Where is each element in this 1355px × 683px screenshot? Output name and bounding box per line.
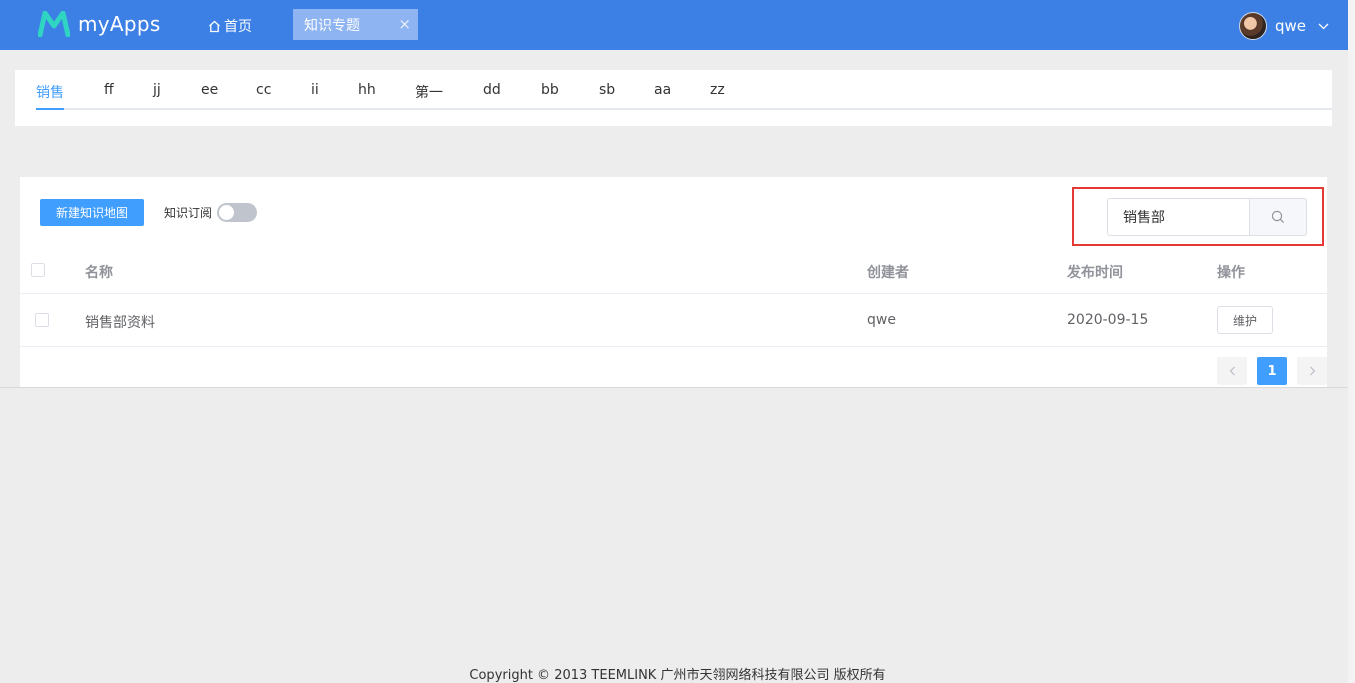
nav-home-label: 首页 [224, 19, 252, 35]
tab-knowledge-topic[interactable]: 知识专题 × [293, 9, 418, 40]
subscribe-label: 知识订阅 [164, 206, 213, 220]
column-header-name: 名称 [85, 265, 113, 281]
tabs-divider [37, 108, 1332, 110]
tab-category-sb[interactable]: sb [599, 82, 615, 98]
category-tabs: 销售 ff jj ee cc ii hh 第一 dd bb sb aa zz [15, 70, 1332, 126]
cell-name[interactable]: 销售部资料 [85, 312, 155, 332]
app-name: myApps [78, 12, 161, 36]
scrollbar-track[interactable] [1348, 0, 1355, 683]
column-header-creator: 创建者 [867, 265, 909, 281]
row-checkbox[interactable] [35, 313, 49, 327]
pagination-prev-button[interactable] [1217, 357, 1247, 385]
user-menu[interactable]: qwe [1239, 12, 1329, 40]
tab-category-sales[interactable]: 销售 [36, 82, 64, 102]
tab-category-bb[interactable]: bb [541, 82, 559, 98]
tab-category-zz[interactable]: zz [710, 82, 725, 98]
row-divider [20, 346, 1327, 347]
tab-category-dd[interactable]: dd [483, 82, 501, 98]
chevron-down-icon[interactable] [1318, 23, 1329, 30]
username: qwe [1275, 17, 1307, 35]
content-divider [0, 387, 1348, 388]
top-header: myApps 首页 知识专题 × qwe [0, 0, 1348, 50]
nav-home[interactable]: 首页 [208, 16, 252, 36]
header-divider [20, 293, 1327, 294]
pagination-next-button[interactable] [1297, 357, 1327, 385]
tab-category-cc[interactable]: cc [256, 82, 271, 98]
column-header-publish-time: 发布时间 [1067, 265, 1123, 281]
tab-category-hh[interactable]: hh [358, 82, 376, 98]
home-icon [209, 20, 220, 32]
tab-label: 知识专题 [304, 17, 360, 34]
tab-category-ff[interactable]: ff [104, 82, 114, 98]
knowledge-map-card: 新建知识地图 知识订阅 名称 创建者 发布时间 操作 销售部资料 qwe 202… [20, 177, 1327, 387]
select-all-checkbox[interactable] [31, 263, 45, 277]
new-knowledge-map-button[interactable]: 新建知识地图 [40, 199, 144, 226]
close-icon[interactable]: × [398, 15, 411, 33]
tab-category-ii[interactable]: ii [311, 82, 319, 98]
avatar[interactable] [1239, 12, 1267, 40]
chevron-left-icon [1229, 366, 1235, 376]
tab-category-ee[interactable]: ee [201, 82, 218, 98]
logo-m-icon [38, 11, 70, 37]
tab-category-aa[interactable]: aa [654, 82, 671, 98]
cell-creator: qwe [867, 312, 896, 328]
active-tab-indicator [36, 108, 64, 110]
search-input[interactable] [1107, 198, 1250, 236]
toggle-knob [219, 205, 234, 220]
search-button[interactable] [1249, 198, 1307, 236]
cell-publish-time: 2020-09-15 [1067, 312, 1149, 328]
maintain-button[interactable]: 维护 [1217, 306, 1273, 334]
tab-category-first[interactable]: 第一 [415, 82, 443, 102]
column-header-actions: 操作 [1217, 265, 1245, 281]
copyright-footer: Copyright © 2013 TEEMLINK 广州市天翎网络科技有限公司 … [469, 668, 886, 683]
pagination-page-1[interactable]: 1 [1257, 357, 1287, 385]
app-logo[interactable]: myApps [38, 11, 161, 37]
tab-category-jj[interactable]: jj [153, 82, 161, 98]
chevron-right-icon [1309, 366, 1315, 376]
subscribe-toggle[interactable] [217, 203, 257, 222]
search-icon [1271, 210, 1285, 224]
